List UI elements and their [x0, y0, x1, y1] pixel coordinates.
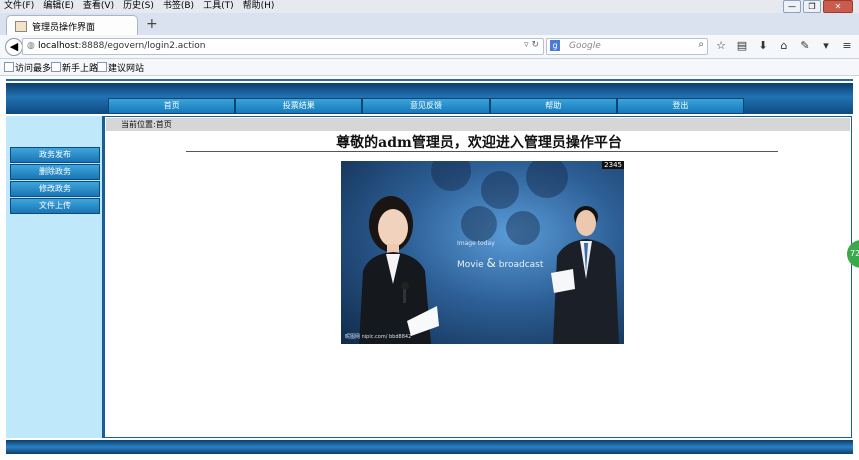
male-presenter-figure	[551, 206, 619, 344]
page-icon	[51, 62, 61, 72]
new-tab-button[interactable]: +	[146, 16, 158, 32]
menu-file[interactable]: 文件(F)	[0, 0, 39, 13]
sidebar: 政务发布 删除政务 修改政务 文件上传	[6, 116, 104, 438]
menu-bookmarks[interactable]: 书签(B)	[159, 0, 199, 13]
sidebar-item-delete[interactable]: 删除政务	[10, 164, 100, 180]
search-placeholder: Google	[569, 41, 601, 51]
dropdown-chevron-icon[interactable]: ▾	[817, 38, 835, 54]
banner-image: 2345 Image today Movie & broadcast 昵图网 n…	[341, 161, 624, 344]
most-visited-icon	[4, 62, 14, 72]
banner-image-today: Image today	[457, 240, 495, 247]
page-title: 尊敬的adm管理员，欢迎进入管理员操作平台	[336, 135, 622, 151]
web-page: 首页 投票结果 意见反馈 帮助 登出 政务发布 删除政务 修改政务 文件上传 当…	[0, 76, 859, 460]
globe-icon: ◍	[27, 41, 35, 51]
banner-tagline: Movie & broadcast	[457, 256, 543, 270]
image-credit: 昵图网 nipic.com/ bbd8842	[345, 334, 412, 340]
nav-vote-results[interactable]: 投票结果	[235, 98, 363, 114]
tab-strip: 管理员操作界面 +	[0, 13, 859, 36]
download-arrow-icon[interactable]: ⬇	[754, 38, 772, 54]
url-host: localhost	[38, 41, 79, 51]
url-path: :8888/egovern/login2.action	[78, 41, 206, 51]
close-window-button[interactable]: ✕	[823, 0, 853, 13]
bookmark-most-visited[interactable]: 访问最多	[15, 61, 51, 74]
url-bar[interactable]: ◍ localhost:8888/egovern/login2.action ▿…	[22, 38, 544, 55]
url-text[interactable]: localhost:8888/egovern/login2.action	[38, 41, 206, 51]
menu-tools[interactable]: 工具(T)	[199, 0, 239, 13]
menu-history[interactable]: 历史(S)	[119, 0, 159, 13]
sidebar-item-modify[interactable]: 修改政务	[10, 181, 100, 197]
browser-tools: ☆ ▤ ⬇ ⌂ ✎ ▾ ≡	[712, 38, 856, 54]
banner-movie: Movie	[457, 260, 484, 270]
hamburger-menu-icon[interactable]: ≡	[838, 38, 856, 54]
title-divider	[186, 151, 778, 152]
bookmark-getting-started[interactable]: 新手上路	[62, 61, 98, 74]
tab-active[interactable]: 管理员操作界面	[6, 15, 138, 36]
page-favicon-icon	[15, 21, 27, 32]
bokeh-circle	[461, 206, 497, 242]
menubar: 文件(F) 编辑(E) 查看(V) 历史(S) 书签(B) 工具(T) 帮助(H…	[0, 0, 859, 13]
minimize-button[interactable]: —	[783, 0, 801, 13]
breadcrumb-bar: 当前位置:首页	[106, 118, 850, 131]
bokeh-circle	[526, 161, 568, 198]
bokeh-circle	[506, 211, 540, 245]
bokeh-circle	[481, 171, 519, 209]
addon-icon[interactable]: ✎	[796, 38, 814, 54]
breadcrumb: 当前位置:首页	[121, 120, 172, 129]
reading-list-icon[interactable]: ▤	[733, 38, 751, 54]
magnifier-icon[interactable]: ⌕	[698, 39, 704, 50]
nav-feedback[interactable]: 意见反馈	[362, 98, 490, 114]
search-box[interactable]: g Google ⌕	[546, 38, 708, 55]
sidebar-item-upload[interactable]: 文件上传	[10, 198, 100, 214]
banner-amp: &	[486, 256, 496, 270]
bookmark-suggested-sites[interactable]: 建议网站	[108, 61, 144, 74]
nav-help[interactable]: 帮助	[489, 98, 617, 114]
sidebar-item-publish[interactable]: 政务发布	[10, 147, 100, 163]
image-counter: 2345	[602, 161, 624, 169]
page-icon	[97, 62, 107, 72]
tab-title: 管理员操作界面	[32, 23, 96, 33]
female-presenter-figure	[359, 196, 439, 344]
menu-edit[interactable]: 编辑(E)	[39, 0, 79, 13]
menu-view[interactable]: 查看(V)	[79, 0, 119, 13]
bookmarks-toolbar: 访问最多 新手上路 建议网站	[0, 59, 859, 76]
window-controls: — ❐ ✕	[783, 0, 853, 13]
main-nav: 首页 投票结果 意见反馈 帮助 登出	[6, 98, 853, 114]
reload-icon[interactable]: ▿ ↻	[524, 40, 539, 50]
nav-home[interactable]: 首页	[108, 98, 236, 114]
home-icon[interactable]: ⌂	[775, 38, 793, 54]
nav-logout[interactable]: 登出	[616, 98, 745, 114]
banner-broadcast: broadcast	[498, 260, 544, 270]
bookmark-star-icon[interactable]: ☆	[712, 38, 730, 54]
back-arrow-icon[interactable]: ◀	[5, 38, 23, 56]
top-rule	[6, 79, 853, 81]
restore-button[interactable]: ❐	[803, 0, 821, 13]
google-engine-icon[interactable]: g	[550, 40, 560, 51]
main-content: 当前位置:首页 尊敬的adm管理员，欢迎进入管理员操作平台 2345 Image…	[104, 116, 852, 438]
navigation-toolbar: ◀ ◍ localhost:8888/egovern/login2.action…	[0, 35, 859, 59]
site-footer	[6, 440, 853, 454]
menu-help[interactable]: 帮助(H)	[239, 0, 280, 13]
